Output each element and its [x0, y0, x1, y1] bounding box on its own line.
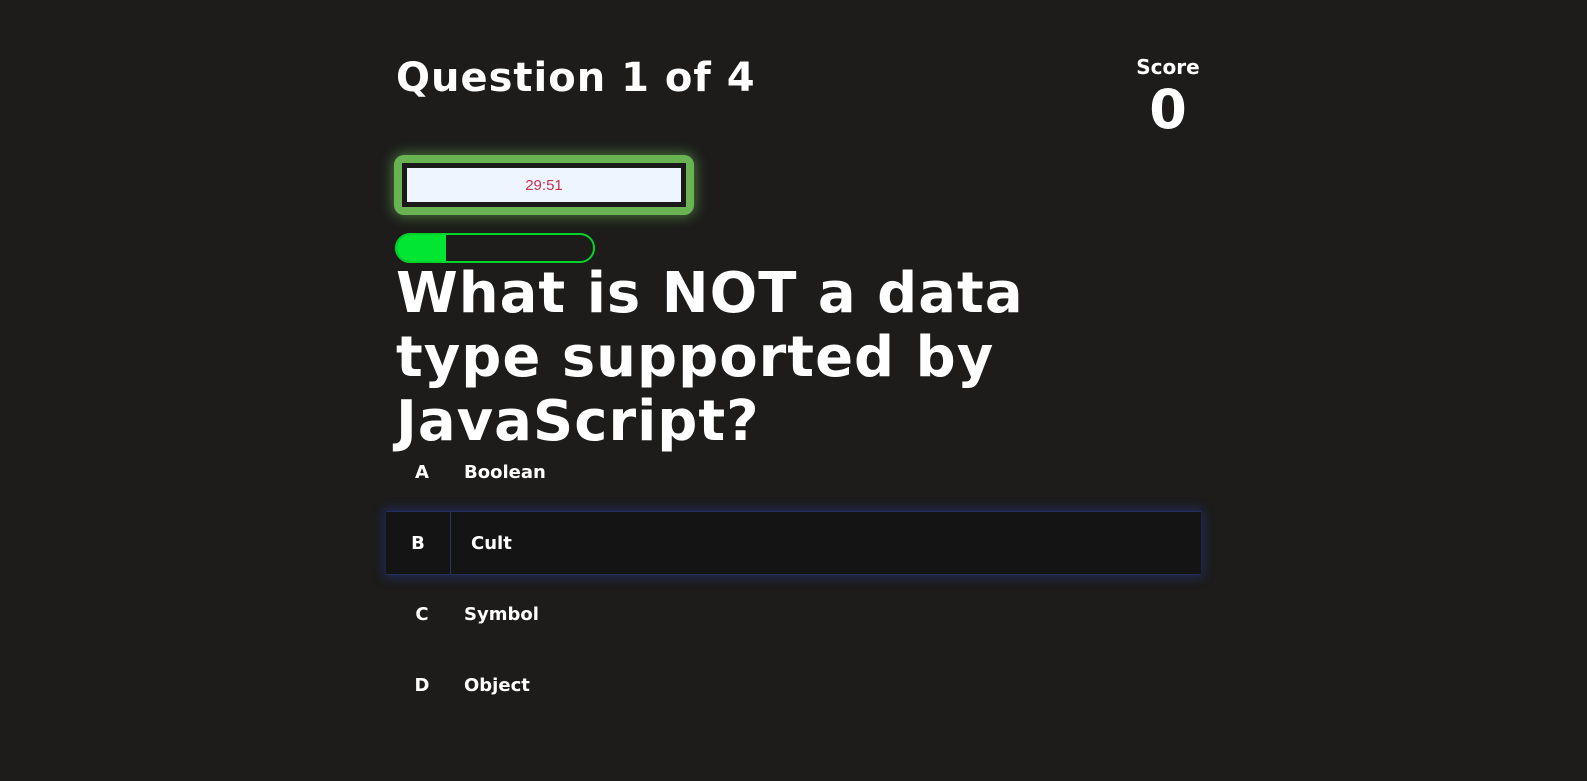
question-counter: Question 1 of 4 [396, 55, 756, 101]
score-label: Score [1136, 55, 1200, 79]
score-value: 0 [1149, 78, 1187, 141]
timer-inner: 29:51 [402, 163, 686, 207]
answer-option-d[interactable]: D Object [386, 653, 1201, 717]
option-letter: B [386, 512, 451, 574]
quiz-page: Question 1 of 4 Score 0 29:51 What is NO… [0, 0, 1587, 781]
answer-option-a[interactable]: A Boolean [386, 440, 1201, 504]
option-letter: C [415, 603, 429, 625]
option-text: Boolean [464, 461, 546, 483]
progress-fill [397, 235, 446, 261]
question-text: What is NOT a data type supported by Jav… [396, 261, 1024, 454]
answer-options: A Boolean B Cult C Symbol D Object [386, 440, 1201, 724]
option-letter: D [414, 674, 430, 696]
progress-bar [395, 233, 595, 263]
option-text: Cult [471, 532, 512, 554]
option-text: Object [464, 674, 530, 696]
option-letter: A [415, 461, 429, 483]
timer-frame: 29:51 [394, 155, 694, 215]
answer-option-b[interactable]: B Cult [386, 511, 1201, 575]
score-box: Score 0 [1128, 55, 1208, 137]
answer-option-c[interactable]: C Symbol [386, 582, 1201, 646]
timer-display: 29:51 [407, 168, 681, 202]
option-text: Symbol [464, 603, 539, 625]
